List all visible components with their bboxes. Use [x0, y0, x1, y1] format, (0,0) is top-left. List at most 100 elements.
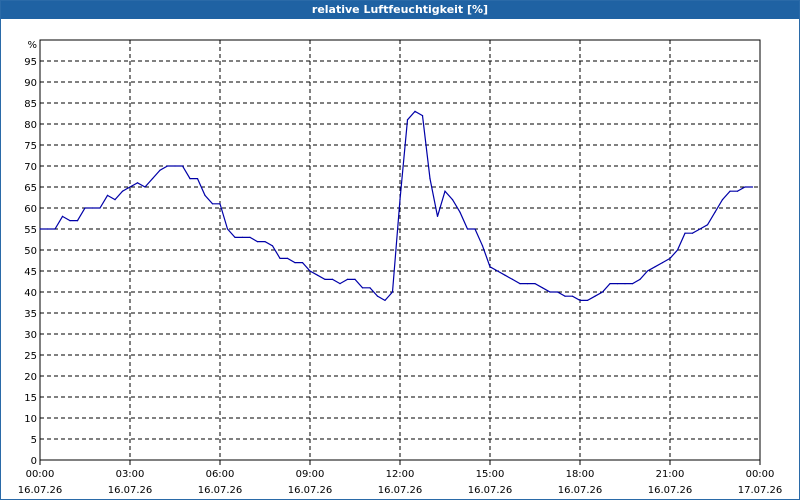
humidity-data-point — [399, 199, 401, 201]
y-tick-label: 35 — [24, 309, 37, 320]
y-tick-label: 90 — [24, 78, 37, 89]
humidity-data-point — [204, 194, 206, 196]
humidity-data-point — [354, 278, 356, 280]
humidity-data-point — [144, 186, 146, 188]
chart-plot: 0 5 10 15 20 25 30 35 40 45 50 55 60 65 70 75 80 85 90 95% 0… — [18, 39, 783, 496]
y-axis-unit-label: % — [27, 40, 37, 51]
humidity-data-point — [646, 270, 649, 272]
humidity-data-point — [249, 236, 251, 238]
humidity-data-point — [609, 283, 611, 285]
humidity-data-point — [301, 262, 304, 264]
y-tick-label: 70 — [24, 162, 37, 173]
y-tick-label: 60 — [24, 204, 37, 215]
humidity-data-point — [511, 278, 514, 280]
humidity-data-point — [661, 262, 664, 264]
humidity-data-point — [279, 257, 281, 259]
humidity-data-point — [601, 291, 604, 293]
humidity-data-point — [91, 207, 94, 209]
x-tick-time-label: 18:00 — [566, 469, 595, 480]
humidity-data-point — [361, 287, 364, 289]
humidity-data-point — [241, 236, 244, 238]
humidity-data-point — [174, 165, 176, 167]
humidity-data-point — [706, 224, 709, 226]
humidity-data-point — [616, 283, 619, 285]
x-tick-time-label: 15:00 — [476, 469, 505, 480]
humidity-data-point — [444, 190, 446, 192]
humidity-data-point — [211, 203, 214, 205]
humidity-data-point — [639, 278, 641, 280]
humidity-data-point — [196, 178, 199, 180]
humidity-data-point — [151, 178, 154, 180]
humidity-data-point — [46, 228, 49, 230]
humidity-data-point — [324, 278, 326, 280]
humidity-data-point — [691, 232, 694, 234]
humidity-data-point — [489, 266, 491, 268]
humidity-data-point — [459, 211, 461, 213]
humidity-data-point — [729, 190, 731, 192]
humidity-data-point — [189, 178, 191, 180]
y-tick-label: 40 — [24, 288, 37, 299]
x-tick-time-label: 00:00 — [26, 469, 55, 480]
humidity-data-point — [744, 186, 746, 188]
humidity-data-point — [526, 283, 529, 285]
humidity-data-point — [466, 228, 469, 230]
humidity-data-point — [114, 199, 116, 201]
humidity-data-point — [556, 291, 559, 293]
x-tick-time-label: 03:00 — [116, 469, 145, 480]
humidity-data-point — [571, 295, 574, 297]
humidity-data-point — [541, 287, 544, 289]
x-tick-time-label: 09:00 — [296, 469, 325, 480]
humidity-data-point — [699, 228, 701, 230]
x-tick-date-label: 16.07.26 — [288, 485, 333, 496]
x-tick-date-label: 16.07.26 — [18, 485, 63, 496]
humidity-data-point — [369, 287, 371, 289]
humidity-data-point — [346, 278, 349, 280]
humidity-data-point — [99, 207, 101, 209]
humidity-data-point — [234, 236, 236, 238]
humidity-data-point — [339, 283, 341, 285]
y-tick-label: 65 — [24, 183, 37, 194]
humidity-data-point — [714, 211, 716, 213]
humidity-series-line — [40, 110, 753, 302]
humidity-data-point — [436, 215, 439, 217]
x-tick-time-label: 12:00 — [386, 469, 415, 480]
humidity-data-point — [504, 274, 506, 276]
humidity-data-point — [751, 186, 754, 188]
humidity-data-point — [376, 295, 379, 297]
humidity-data-point — [316, 274, 319, 276]
humidity-data-point — [69, 220, 71, 222]
humidity-data-point — [61, 215, 64, 217]
humidity-data-point — [181, 165, 184, 167]
humidity-data-point — [676, 249, 679, 251]
humidity-data-point — [256, 241, 259, 243]
humidity-data-point — [631, 283, 634, 285]
humidity-data-point — [54, 228, 56, 230]
x-tick-time-label: 21:00 — [656, 469, 685, 480]
y-tick-label: 85 — [24, 99, 37, 110]
x-tick-time-label: 00:00 — [746, 469, 775, 480]
y-tick-label: 10 — [24, 414, 37, 425]
humidity-data-point — [429, 178, 431, 180]
humidity-data-point — [534, 283, 536, 285]
humidity-data-point — [84, 207, 86, 209]
humidity-data-point — [166, 165, 169, 167]
y-tick-label: 0 — [31, 456, 37, 467]
humidity-data-point — [579, 299, 581, 301]
x-tick-date-label: 16.07.26 — [648, 485, 693, 496]
humidity-data-point — [496, 270, 499, 272]
x-tick-date-label: 16.07.26 — [558, 485, 603, 496]
humidity-data-point — [564, 295, 566, 297]
humidity-data-point — [39, 228, 41, 230]
humidity-data-point — [294, 262, 296, 264]
humidity-data-point — [391, 291, 394, 293]
x-tick-date-label: 17.07.26 — [738, 485, 783, 496]
humidity-data-point — [159, 169, 161, 171]
x-tick-date-label: 16.07.26 — [468, 485, 513, 496]
humidity-data-point — [271, 245, 274, 247]
humidity-data-point — [654, 266, 656, 268]
y-tick-label: 45 — [24, 267, 37, 278]
y-tick-label: 15 — [24, 393, 37, 404]
y-tick-label: 50 — [24, 246, 37, 257]
humidity-data-point — [136, 182, 139, 184]
humidity-data-point — [106, 194, 109, 196]
